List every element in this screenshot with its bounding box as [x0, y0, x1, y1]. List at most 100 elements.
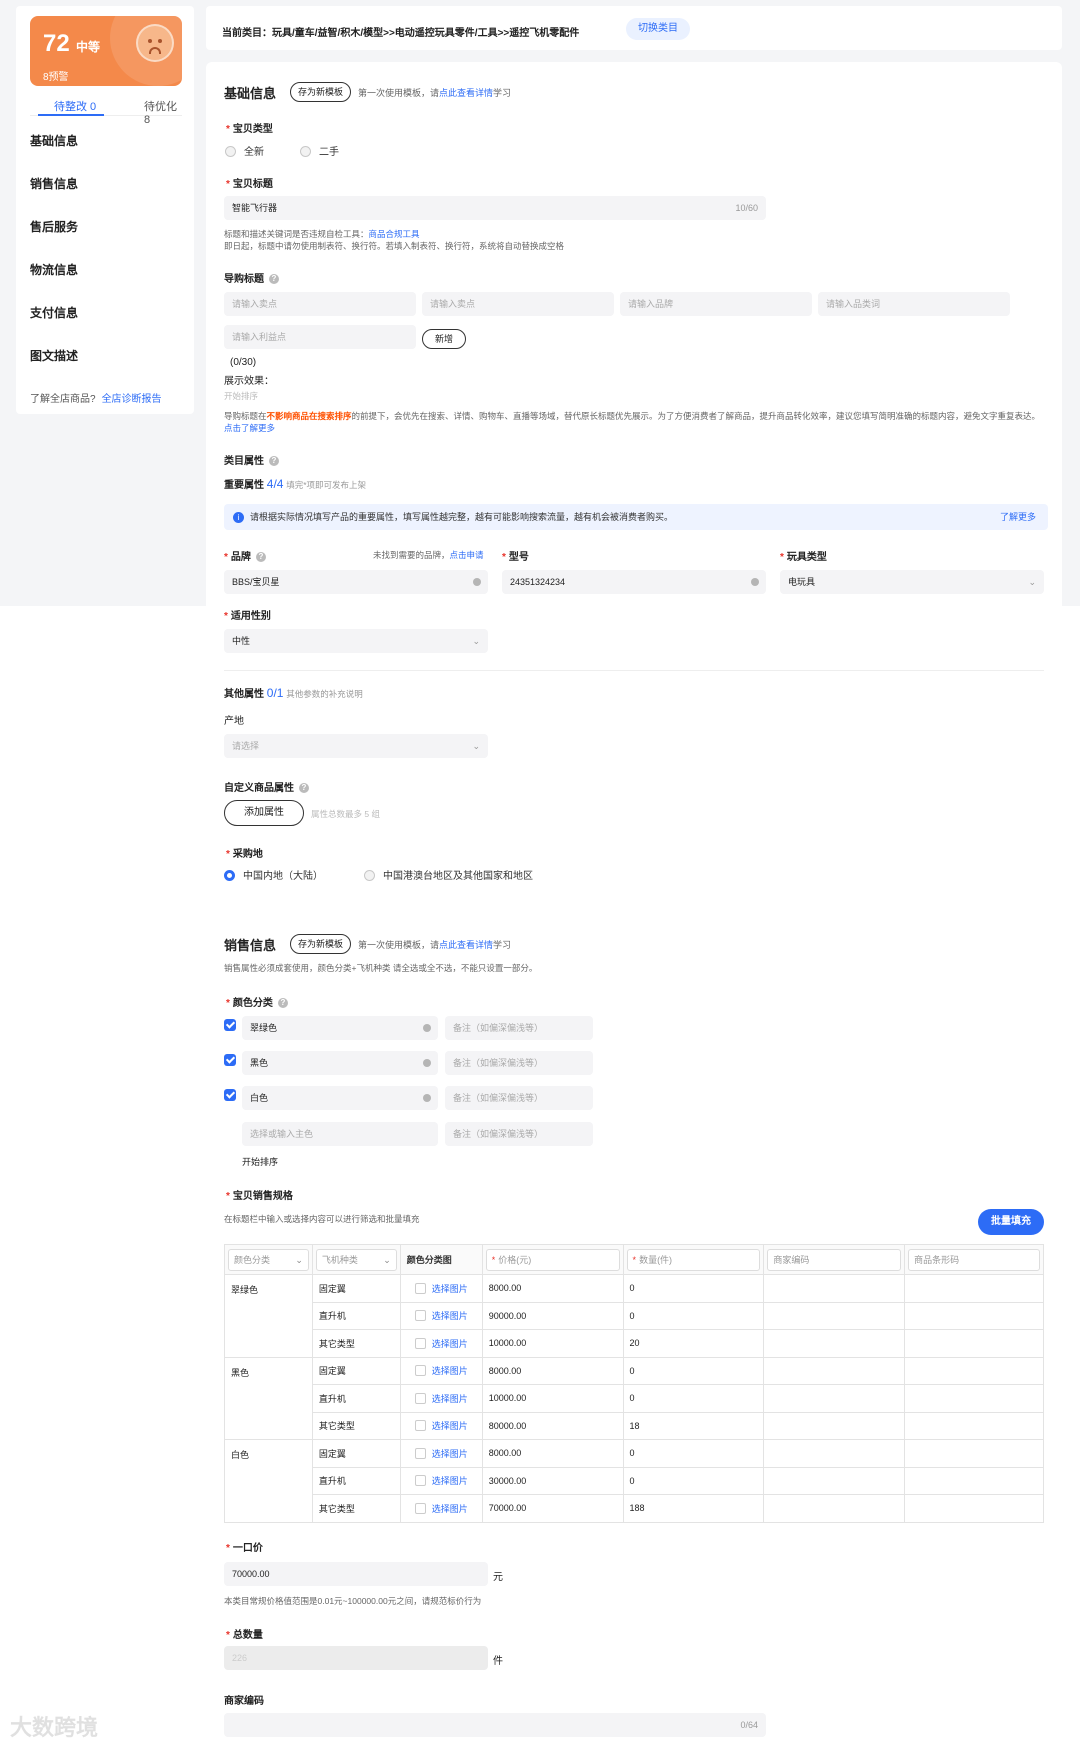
- radio-mainland[interactable]: 中国内地（大陆）: [224, 867, 323, 882]
- selling-point-input-1[interactable]: 请输入卖点: [224, 292, 416, 316]
- cell-quantity[interactable]: 0: [622, 1466, 765, 1495]
- cell-quantity[interactable]: 20: [622, 1329, 765, 1358]
- color-sort-link[interactable]: 开始排序: [242, 1155, 278, 1168]
- model-input[interactable]: 24351324234: [502, 570, 766, 594]
- clear-icon[interactable]: [423, 1094, 431, 1102]
- cell-quantity[interactable]: 0: [622, 1356, 765, 1385]
- radio-used[interactable]: 二手: [300, 143, 339, 158]
- color-input-2[interactable]: 黑色: [242, 1051, 438, 1075]
- attribute-learn-more-link[interactable]: 了解更多: [1000, 504, 1036, 530]
- cell-merchant-code[interactable]: [763, 1494, 906, 1523]
- template-detail-link[interactable]: 点此查看详情: [439, 940, 493, 950]
- cell-price[interactable]: 80000.00: [481, 1411, 624, 1440]
- color-remark-new[interactable]: 备注（如偏深偏浅等）: [445, 1122, 593, 1146]
- cell-price[interactable]: 8000.00: [481, 1439, 624, 1468]
- cell-price[interactable]: 70000.00: [481, 1494, 624, 1523]
- cell-merchant-code[interactable]: [763, 1329, 906, 1358]
- radio-overseas[interactable]: 中国港澳台地区及其他国家和地区: [364, 867, 533, 882]
- help-icon[interactable]: ?: [255, 552, 266, 562]
- benefit-point-input[interactable]: 请输入利益点: [224, 325, 416, 349]
- cell-barcode[interactable]: [904, 1356, 1044, 1385]
- header-color[interactable]: 颜色分类 ⌄: [224, 1244, 313, 1275]
- cell-barcode[interactable]: [904, 1274, 1044, 1303]
- help-icon[interactable]: ?: [299, 783, 309, 793]
- fixed-price-input[interactable]: 70000.00: [224, 1562, 488, 1586]
- batch-merchant-code-input[interactable]: 商家编码: [767, 1248, 902, 1271]
- sidebar-item-description[interactable]: 图文描述: [30, 347, 78, 364]
- switch-category-button[interactable]: 切换类目: [626, 18, 690, 40]
- origin-select[interactable]: 请选择 ⌄: [224, 734, 488, 758]
- pick-image-link[interactable]: 选择图片: [432, 1394, 468, 1404]
- cell-price[interactable]: 10000.00: [481, 1384, 624, 1413]
- header-quantity[interactable]: * 数量(件): [622, 1244, 765, 1275]
- cell-quantity[interactable]: 0: [622, 1274, 765, 1303]
- tab-to-fix[interactable]: 待整改 0: [54, 98, 96, 114]
- cell-barcode[interactable]: [904, 1329, 1044, 1358]
- clear-icon[interactable]: [473, 578, 481, 586]
- pick-image-link[interactable]: 选择图片: [432, 1311, 468, 1321]
- color-input-3[interactable]: 白色: [242, 1086, 438, 1110]
- header-merchant-code[interactable]: 商家编码: [763, 1244, 906, 1275]
- save-template-button[interactable]: 存为新模板: [290, 934, 352, 954]
- sidebar-item-sales[interactable]: 销售信息: [30, 175, 78, 192]
- cell-price[interactable]: 8000.00: [481, 1274, 624, 1303]
- cell-merchant-code[interactable]: [763, 1466, 906, 1495]
- cell-barcode[interactable]: [904, 1384, 1044, 1413]
- batch-price-input[interactable]: * 价格(元): [485, 1248, 620, 1271]
- cell-price[interactable]: 10000.00: [481, 1329, 624, 1358]
- cell-quantity[interactable]: 188: [622, 1494, 765, 1523]
- cell-merchant-code[interactable]: [763, 1301, 906, 1330]
- batch-quantity-input[interactable]: * 数量(件): [626, 1248, 761, 1271]
- brand-apply-link[interactable]: 点击申请: [450, 550, 484, 560]
- cell-merchant-code[interactable]: [763, 1384, 906, 1413]
- merchant-code-input[interactable]: 0/64: [224, 1713, 766, 1737]
- color-checkbox-3[interactable]: [224, 1089, 236, 1101]
- brand-select[interactable]: BBS/宝贝星: [224, 570, 488, 594]
- tab-to-optimize[interactable]: 待优化 8: [144, 98, 182, 126]
- pick-image-link[interactable]: 选择图片: [432, 1284, 468, 1294]
- cell-barcode[interactable]: [904, 1466, 1044, 1495]
- cell-quantity[interactable]: 0: [622, 1384, 765, 1413]
- sidebar-item-after-sales[interactable]: 售后服务: [30, 218, 78, 235]
- clear-icon[interactable]: [423, 1024, 431, 1032]
- cell-quantity[interactable]: 0: [622, 1301, 765, 1330]
- cell-merchant-code[interactable]: [763, 1411, 906, 1440]
- save-template-button[interactable]: 存为新模板: [290, 82, 352, 102]
- sidebar-item-payment[interactable]: 支付信息: [30, 304, 78, 321]
- help-icon[interactable]: ?: [269, 456, 279, 466]
- pick-image-link[interactable]: 选择图片: [432, 1476, 468, 1486]
- sidebar-item-basic[interactable]: 基础信息: [30, 132, 78, 149]
- pick-image-link[interactable]: 选择图片: [432, 1504, 468, 1514]
- store-diagnosis-link[interactable]: 全店诊断报告: [102, 394, 162, 405]
- brand-word-input[interactable]: 请输入品牌: [620, 292, 812, 316]
- cell-barcode[interactable]: [904, 1439, 1044, 1468]
- cell-merchant-code[interactable]: [763, 1356, 906, 1385]
- learn-more-link[interactable]: 点击了解更多: [224, 423, 275, 433]
- batch-barcode-input[interactable]: 商品条形码: [908, 1248, 1040, 1271]
- clear-icon[interactable]: [423, 1059, 431, 1067]
- cell-merchant-code[interactable]: [763, 1439, 906, 1468]
- help-icon[interactable]: ?: [277, 998, 288, 1008]
- add-guide-button[interactable]: 新增: [422, 329, 466, 349]
- cell-price[interactable]: 90000.00: [481, 1301, 624, 1330]
- color-remark-2[interactable]: 备注（如偏深偏浅等）: [445, 1051, 593, 1075]
- header-barcode[interactable]: 商品条形码: [904, 1244, 1044, 1275]
- color-input-new[interactable]: 选择或输入主色: [242, 1122, 438, 1146]
- cell-quantity[interactable]: 18: [622, 1411, 765, 1440]
- color-remark-1[interactable]: 备注（如偏深偏浅等）: [445, 1016, 593, 1040]
- clear-icon[interactable]: [751, 578, 759, 586]
- item-title-input[interactable]: 智能飞行器 10/60: [224, 196, 766, 220]
- cell-price[interactable]: 8000.00: [481, 1356, 624, 1385]
- sidebar-item-logistics[interactable]: 物流信息: [30, 261, 78, 278]
- gender-select[interactable]: 中性 ⌄: [224, 629, 488, 653]
- compliance-tool-link[interactable]: 商品合规工具: [369, 229, 420, 239]
- template-detail-link[interactable]: 点此查看详情: [439, 88, 493, 98]
- selling-point-input-2[interactable]: 请输入卖点: [422, 292, 614, 316]
- cell-quantity[interactable]: 0: [622, 1439, 765, 1468]
- pick-image-link[interactable]: 选择图片: [432, 1421, 468, 1431]
- filter-color-select[interactable]: 颜色分类 ⌄: [228, 1248, 309, 1271]
- cell-merchant-code[interactable]: [763, 1274, 906, 1303]
- header-plane-type[interactable]: 飞机种类 ⌄: [311, 1244, 401, 1275]
- add-attribute-button[interactable]: 添加属性: [224, 800, 304, 826]
- color-remark-3[interactable]: 备注（如偏深偏浅等）: [445, 1086, 593, 1110]
